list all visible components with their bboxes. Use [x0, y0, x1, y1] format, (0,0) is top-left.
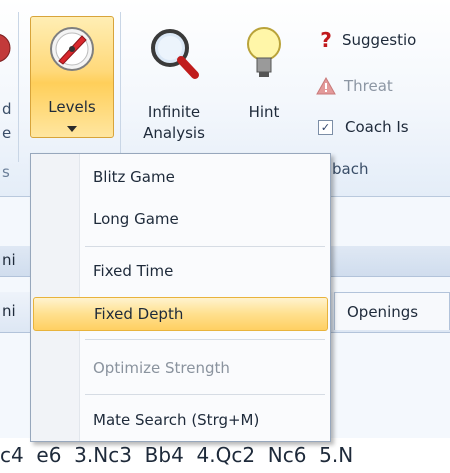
- menu-item-fixed-time[interactable]: Fixed Time: [33, 254, 328, 288]
- infinite-analysis-button[interactable]: Infinite Analysis: [132, 16, 216, 142]
- partial-button-label-2: e: [2, 124, 12, 142]
- menu-separator: [85, 339, 325, 340]
- levels-dropdown-menu: Blitz Game Long Game Fixed Time Fixed De…: [30, 153, 331, 442]
- menu-item-label: Mate Search (Strg+M): [93, 411, 260, 429]
- lightbulb-icon: [244, 24, 284, 82]
- partial-button-label-1: d: [2, 100, 12, 118]
- openings-tab-label: Openings: [347, 302, 419, 321]
- menu-item-label: Fixed Depth: [94, 305, 184, 323]
- menu-item-label: Fixed Time: [93, 262, 174, 280]
- hint-button[interactable]: Hint: [236, 16, 292, 140]
- suggestion-button[interactable]: ? Suggestio: [318, 26, 416, 54]
- hint-label: Hint: [248, 103, 280, 121]
- infinite-analysis-label-line1: Infinite: [147, 103, 201, 121]
- infinite-analysis-label-line2: Analysis: [143, 124, 205, 142]
- move-notation: c4 e6 3.Nc3 Bb4 4.Qc2 Nc6 5.N: [0, 438, 450, 473]
- pane-header-partial-label: ni: [2, 251, 16, 269]
- partial-red-icon: [0, 26, 14, 70]
- menu-item-optimize-strength: Optimize Strength: [33, 351, 328, 385]
- coach-is-checkbox-item[interactable]: ✓ Coach Is: [318, 113, 409, 141]
- question-mark-icon: ?: [320, 28, 332, 52]
- levels-label: Levels: [48, 98, 96, 116]
- menu-item-fixed-depth[interactable]: Fixed Depth: [33, 297, 328, 331]
- partial-group-label: s: [2, 163, 10, 181]
- magnifier-icon: [148, 26, 200, 80]
- menu-item-label: Optimize Strength: [93, 359, 230, 377]
- ribbon-separator: [120, 12, 121, 162]
- tab-partial-label: ni: [2, 302, 16, 320]
- coach-group-label: bach: [332, 160, 369, 178]
- menu-item-mate-search[interactable]: Mate Search (Strg+M): [33, 403, 328, 437]
- tab-openings[interactable]: Openings: [334, 292, 450, 330]
- ribbon-separator: [18, 12, 19, 162]
- levels-dial-icon: [48, 25, 96, 73]
- notation-text: c4 e6 3.Nc3 Bb4 4.Qc2 Nc6 5.N: [0, 443, 354, 467]
- menu-separator: [85, 394, 325, 395]
- warning-icon: [316, 76, 336, 95]
- menu-item-long-game[interactable]: Long Game: [33, 202, 328, 236]
- chevron-down-icon: [67, 126, 77, 132]
- menu-separator: [85, 246, 325, 247]
- suggestion-label: Suggestio: [342, 31, 417, 49]
- coach-is-label: Coach Is: [345, 118, 409, 136]
- menu-item-label: Blitz Game: [93, 168, 175, 186]
- menu-item-label: Long Game: [93, 210, 179, 228]
- threat-label: Threat: [344, 77, 393, 95]
- levels-button[interactable]: Levels: [30, 16, 114, 138]
- threat-button: Threat: [316, 72, 393, 100]
- menu-item-blitz-game[interactable]: Blitz Game: [33, 160, 328, 194]
- coach-checkbox[interactable]: ✓: [318, 119, 333, 135]
